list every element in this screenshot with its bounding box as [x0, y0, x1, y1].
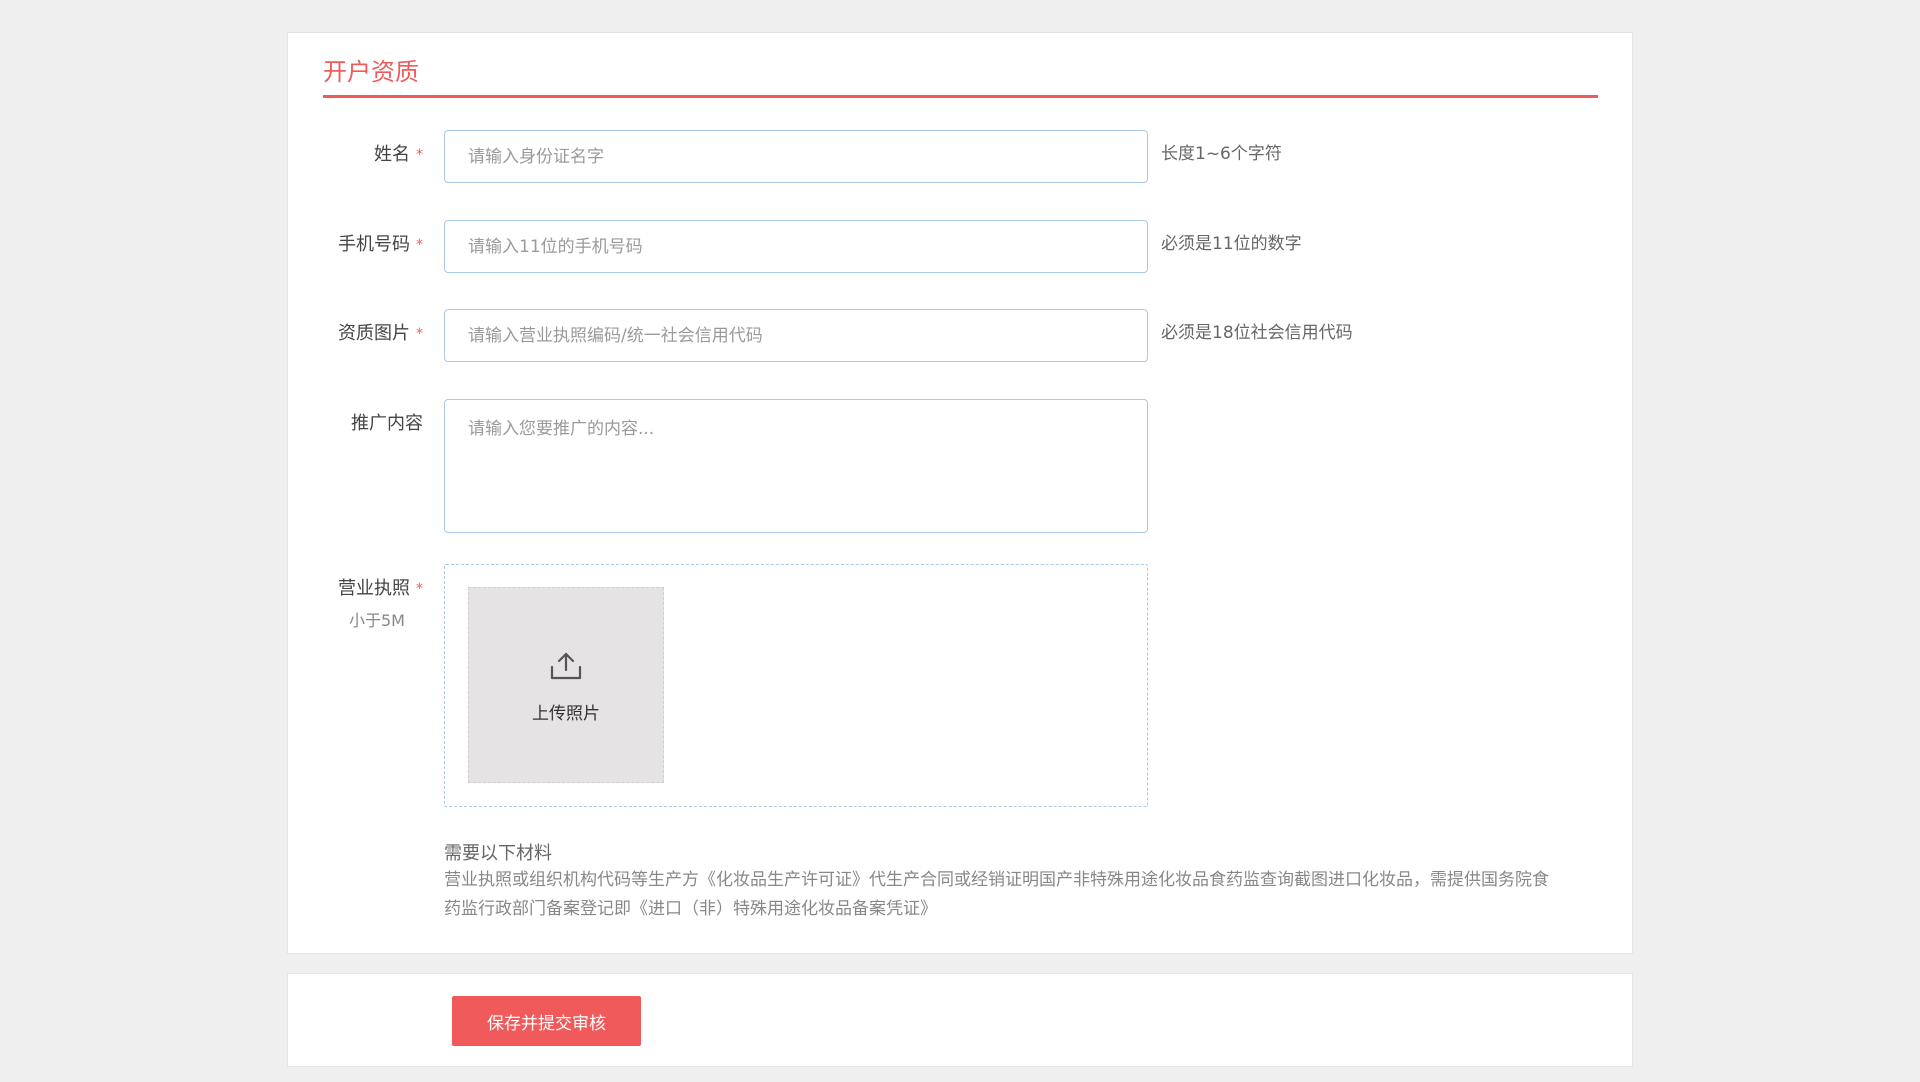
promotion-label: 推广内容	[288, 412, 423, 436]
materials-description: 营业执照或组织机构代码等生产方《化妆品生产许可证》代生产合同或经销证明国产非特殊…	[444, 870, 1549, 919]
promotion-label-text: 推广内容	[351, 413, 423, 434]
license-label: 营业执照 *	[288, 577, 423, 601]
upload-icon	[550, 652, 582, 680]
name-label: 姓名 *	[288, 143, 423, 167]
name-hint: 长度1~6个字符	[1161, 144, 1282, 164]
form-footer-card: 保存并提交审核	[287, 973, 1633, 1067]
name-label-text: 姓名	[374, 144, 410, 165]
section-title: 开户资质	[323, 58, 419, 86]
save-and-submit-button[interactable]: 保存并提交审核	[452, 996, 641, 1046]
license-label-text: 营业执照	[338, 578, 410, 599]
section-title-underline	[323, 95, 1598, 98]
name-input[interactable]	[444, 130, 1148, 183]
qualification-label: 资质图片 *	[288, 322, 423, 346]
phone-input[interactable]	[444, 220, 1148, 273]
materials-title: 需要以下材料	[444, 843, 552, 864]
qualification-required-mark: *	[416, 326, 423, 342]
phone-label: 手机号码 *	[288, 233, 423, 257]
phone-label-text: 手机号码	[338, 234, 410, 255]
qualification-code-input[interactable]	[444, 309, 1148, 362]
upload-photo-button[interactable]: 上传照片	[468, 587, 664, 783]
license-upload-zone[interactable]: 上传照片	[444, 564, 1148, 807]
license-required-mark: *	[416, 581, 423, 597]
phone-required-mark: *	[416, 237, 423, 253]
promotion-textarea[interactable]	[444, 399, 1148, 533]
qualification-form-card: 开户资质 姓名* 长度1~6个字符 手机号码* 必须是11位的数字 资质图片* …	[287, 32, 1633, 954]
license-size-limit: 小于5M	[349, 611, 405, 630]
name-required-mark: *	[416, 147, 423, 163]
qualification-hint: 必须是18位社会信用代码	[1161, 323, 1353, 343]
qualification-label-text: 资质图片	[338, 323, 410, 344]
phone-hint: 必须是11位的数字	[1161, 234, 1302, 254]
upload-photo-label: 上传照片	[532, 704, 600, 724]
